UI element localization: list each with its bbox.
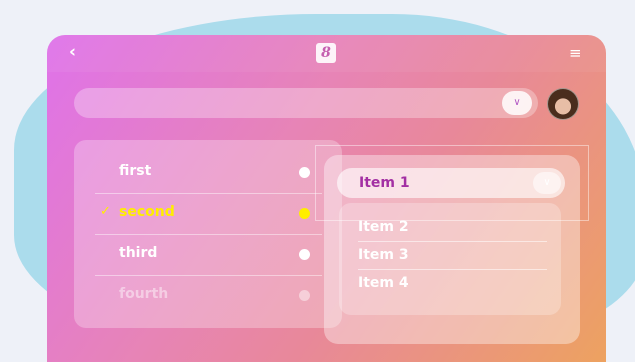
search-bar[interactable]: ∨ [74, 88, 538, 118]
chevron-left-icon[interactable]: ‹ [69, 42, 76, 62]
app-logo-icon: 8 [316, 43, 336, 63]
menu-item[interactable]: Item 2 [358, 213, 547, 242]
check-icon: ✓ [100, 204, 111, 219]
chevron-down-icon[interactable]: ∨ [502, 91, 532, 115]
radio-dot[interactable] [299, 167, 310, 178]
radio-dot [299, 290, 310, 301]
list-item-label: first [119, 163, 152, 179]
avatar[interactable] [547, 88, 579, 120]
list-item-label: fourth [119, 286, 169, 302]
list-item[interactable]: third [95, 234, 322, 276]
menu-item[interactable]: Item 3 [358, 241, 547, 270]
list-item[interactable]: ✓ second [95, 193, 322, 235]
option-list-panel: first ✓ second third fourth [74, 140, 342, 328]
list-item-label: second [119, 204, 175, 220]
top-bar: ‹ 8 ≡ [47, 35, 606, 72]
dropdown-selected-label: Item 1 [359, 175, 410, 191]
hamburger-icon[interactable]: ≡ [569, 44, 582, 62]
dropdown-menu: Item 2 Item 3 Item 4 [339, 203, 561, 315]
chevron-down-icon[interactable]: ∨ [533, 172, 561, 194]
list-item[interactable]: first [95, 152, 322, 194]
menu-item[interactable]: Item 4 [358, 269, 547, 297]
app-card: ‹ 8 ≡ ∨ first ✓ second third fourth Item… [47, 35, 606, 362]
list-item: fourth [95, 275, 322, 316]
radio-dot[interactable] [299, 208, 310, 219]
list-item-label: third [119, 245, 158, 261]
dropdown-select[interactable]: Item 1 ∨ [337, 168, 565, 198]
radio-dot[interactable] [299, 249, 310, 260]
